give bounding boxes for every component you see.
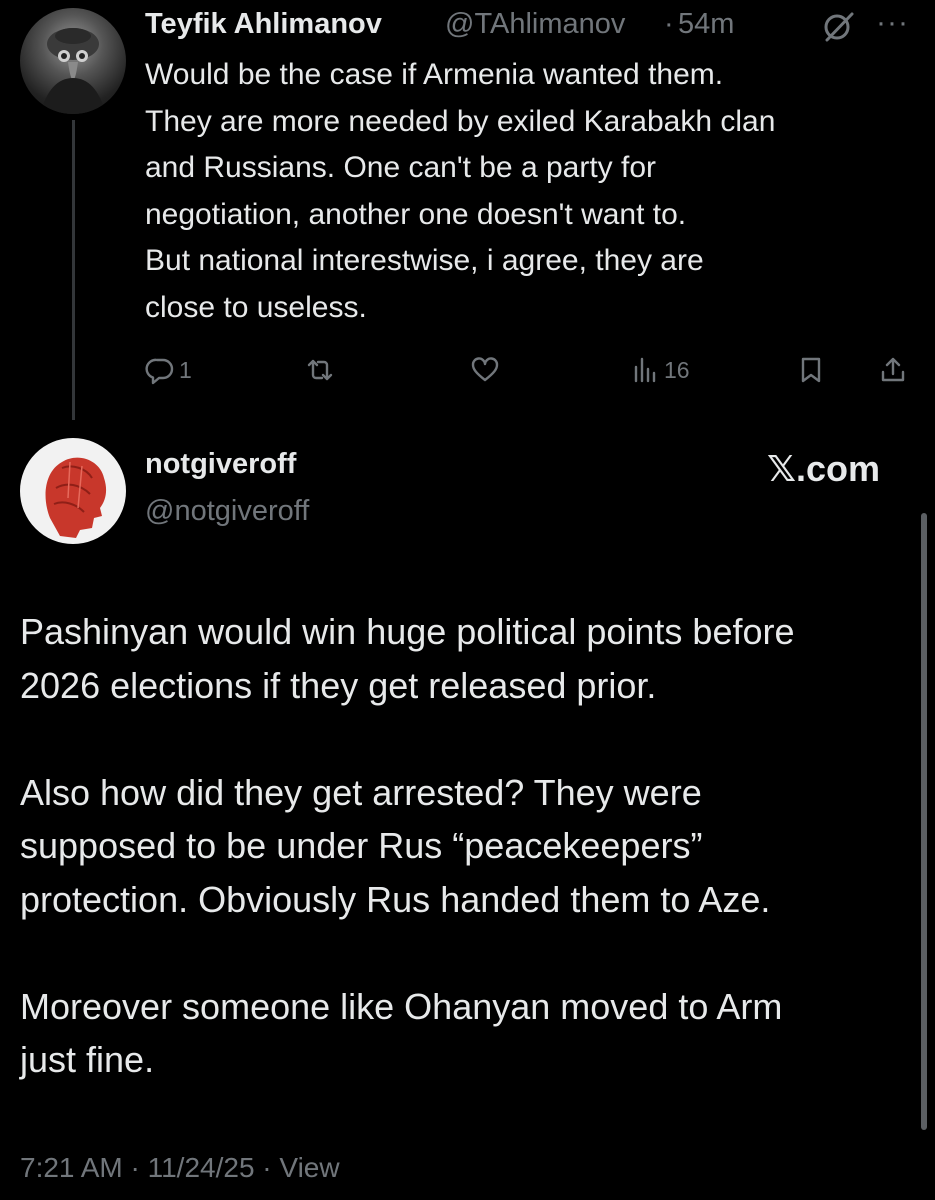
separator-dot: · <box>664 8 674 40</box>
reply-text-line: Would be the case if Armenia wanted them… <box>145 58 724 91</box>
reply-text-line: close to useless. <box>145 290 367 324</box>
reply-text-line: and Russians. One can't be a party for <box>145 151 657 184</box>
quoted-author-name[interactable]: notgiveroff <box>145 448 296 481</box>
avatar[interactable] <box>20 8 126 114</box>
reply-author-name[interactable]: Teyfik Ahlimanov <box>145 8 382 41</box>
post-timestamp-footer[interactable]: 7:21 AM · 11/24/25 · View <box>20 1152 340 1184</box>
x-logo-site-label: 𝕏.com <box>767 448 881 489</box>
post-text-line: protection. Obviously Rus handed them to… <box>20 878 771 920</box>
post-text-line: 2026 elections if they get released prio… <box>20 664 657 706</box>
post-text-line: just fine. <box>20 1039 155 1080</box>
reply-author-handle[interactable]: @TAhlimanov <box>445 8 625 41</box>
plague-doctor-avatar-image <box>40 28 106 114</box>
avatar[interactable] <box>20 438 126 544</box>
more-icon[interactable]: ··· <box>876 6 909 40</box>
post-text-line: Moreover someone like Ohanyan moved to A… <box>20 985 783 1027</box>
reply-text: Would be the case if Armenia wanted them… <box>145 52 915 331</box>
reply-text-line: negotiation, another one doesn't want to… <box>145 197 687 231</box>
post-text-line: Pashinyan would win huge political point… <box>20 611 795 652</box>
reply-timestamp[interactable]: 54m <box>678 8 734 41</box>
views-button[interactable]: 16 <box>630 350 690 390</box>
like-button[interactable] <box>470 350 504 390</box>
reply-text-line: But national interestwise, i agree, they… <box>145 244 704 277</box>
reply-action-bar: 1 16 <box>0 350 935 390</box>
quoted-author-handle[interactable]: @notgiveroff <box>145 495 309 528</box>
heart-icon <box>471 357 499 382</box>
post-text-line: Also how did they get arrested? They wer… <box>20 771 702 813</box>
views-icon <box>634 357 656 383</box>
repost-button[interactable] <box>305 350 339 390</box>
reply-count: 1 <box>179 356 192 383</box>
views-count: 16 <box>664 356 690 383</box>
repost-icon <box>307 359 333 381</box>
quoted-post-text: Pashinyan would win huge political point… <box>20 605 915 1087</box>
scrollbar[interactable] <box>921 513 927 1130</box>
anatomical-head-avatar-image <box>45 457 107 538</box>
reply-icon <box>145 358 174 385</box>
share-button[interactable] <box>878 350 908 390</box>
reply-text-line: They are more needed by exiled Karabakh … <box>145 104 776 138</box>
reply-button[interactable]: 1 <box>145 350 192 390</box>
bookmark-icon <box>801 357 821 383</box>
bookmark-button[interactable] <box>796 350 826 390</box>
share-icon <box>881 357 905 382</box>
grok-icon[interactable] <box>822 12 856 42</box>
post-text-line: supposed to be under Rus “peacekeepers” <box>20 825 703 866</box>
